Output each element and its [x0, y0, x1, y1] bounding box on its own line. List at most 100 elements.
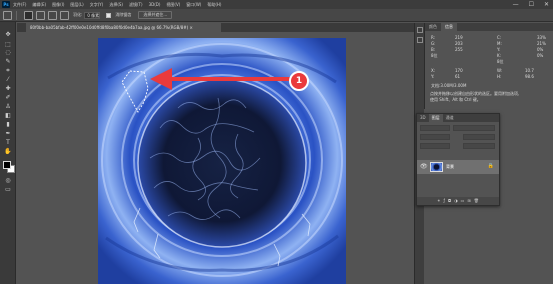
layers-panel: 3D 图层 通道 👁 背景 🔒 ⚭ ƒ ◘ ◑ ▭ ⊞ 🗑 [416, 113, 500, 206]
artwork-image [98, 38, 346, 284]
menu-help[interactable]: 帮助(H) [207, 2, 221, 8]
new-layer-icon[interactable]: ⊞ [467, 198, 470, 204]
info-h-value: 98.6 [525, 74, 534, 79]
info-y-label: Y: [497, 47, 501, 52]
menu-image[interactable]: 图像(I) [52, 2, 64, 8]
feather-label: 羽化: [73, 12, 83, 17]
hand-tool-icon[interactable]: ✋ [4, 149, 12, 155]
menu-filter[interactable]: 滤镜(T) [129, 2, 143, 8]
eyedropper-tool-icon[interactable]: ⁄ [4, 77, 12, 83]
healing-brush-tool-icon[interactable]: ✚ [4, 86, 12, 92]
tab-3d[interactable]: 3D [417, 114, 429, 122]
maximize-button[interactable]: ☐ [529, 1, 534, 8]
delete-layer-icon[interactable]: 🗑 [474, 198, 479, 204]
info-hint-line2: 使用 Shift、Alt 和 Ctrl 键。 [430, 97, 481, 102]
new-selection-icon[interactable] [24, 10, 33, 20]
add-mask-icon[interactable]: ◘ [448, 198, 451, 204]
menu-file[interactable]: 文件(F) [13, 2, 26, 8]
info-bit-left: 8位 [431, 53, 438, 58]
info-g-value: 203 [455, 41, 463, 46]
info-bit-right: 8位 [497, 59, 504, 64]
menu-select[interactable]: 选择(S) [109, 2, 123, 8]
info-b-value: 255 [455, 47, 463, 52]
info-c-value: 33% [537, 35, 546, 40]
antialias-label: 消除锯齿 [115, 12, 132, 17]
properties-panel-icon[interactable] [417, 37, 423, 43]
new-group-icon[interactable]: ▭ [461, 198, 465, 204]
photoshop-logo: Ps [2, 1, 10, 8]
antialias-checkbox[interactable] [106, 12, 112, 18]
info-w-label: W: [497, 68, 503, 73]
crop-tool-icon[interactable]: ⌗ [4, 68, 12, 74]
eye-icon[interactable]: 👁 [420, 164, 428, 170]
document-tab[interactable]: 80f0bb-ba05bfab-42ff00e0e10d0ffd8f0ba80f… [26, 23, 221, 32]
blend-mode-select[interactable] [420, 134, 450, 140]
quick-mask-icon[interactable]: ◎ [4, 178, 12, 184]
tab-color[interactable]: 颜色 [425, 23, 441, 31]
brush-tool-icon[interactable]: ✐ [4, 95, 12, 101]
opacity-field[interactable] [463, 134, 495, 140]
select-and-mask-button[interactable]: 选择并遮住... [138, 11, 173, 19]
lock-options[interactable] [420, 143, 450, 149]
annotation-step-badge: 1 [289, 71, 309, 91]
pen-tool-icon[interactable]: ✒ [4, 131, 12, 137]
window-controls: — ☐ ✕ [513, 1, 549, 8]
menu-3d[interactable]: 3D(D) [149, 2, 161, 7]
menu-layer[interactable]: 图层(L) [70, 2, 83, 8]
info-panel-tabs: 颜色 信息 [425, 23, 553, 31]
tab-layers[interactable]: 图层 [428, 114, 443, 122]
lock-icon: 🔒 [487, 163, 494, 169]
options-bar: 羽化: 0 像素 消除锯齿 选择并遮住... [0, 9, 553, 22]
close-button[interactable]: ✕ [544, 1, 549, 8]
menu-bar: Ps 文件(F) 编辑(E) 图像(I) 图层(L) 文字(Y) 选择(S) 滤… [0, 0, 553, 9]
info-h-label: H: [497, 74, 502, 79]
info-m-label: M: [497, 41, 502, 46]
foreground-color-swatch[interactable] [3, 161, 11, 169]
info-doc-size: 文档:3.00M/3.00M [431, 83, 467, 88]
intersect-selection-icon[interactable] [60, 10, 69, 20]
document-tab-bar: 80f0bb-ba05bfab-42ff00e0e10d0ffd8f0ba80f… [17, 23, 414, 32]
lasso-preset-icon[interactable] [3, 10, 12, 20]
screen-mode-icon[interactable]: ▭ [4, 187, 12, 193]
layers-bottom-bar: ⚭ ƒ ◘ ◑ ▭ ⊞ 🗑 [417, 197, 499, 205]
tools-panel: ✥ ⬚ ◌ ✎ ⌗ ⁄ ✚ ✐ ♙ ◧ ▮ ✒ T ✋ ◎ ▭ [0, 22, 16, 284]
adjustment-layer-icon[interactable]: ◑ [454, 198, 458, 204]
info-k-value: 0% [537, 53, 544, 58]
layer-style-icon[interactable]: ƒ [444, 198, 445, 204]
link-layers-icon[interactable]: ⚭ [437, 198, 440, 204]
divider [16, 10, 17, 20]
gradient-tool-icon[interactable]: ▮ [4, 122, 12, 128]
type-tool-icon[interactable]: T [4, 140, 12, 146]
info-ypos-label: Y: [431, 74, 435, 79]
info-x-label: X: [431, 68, 436, 73]
fill-field[interactable] [463, 143, 495, 149]
layer-filter-kind-select[interactable] [420, 125, 450, 131]
feather-input[interactable]: 0 像素 [84, 11, 101, 19]
info-panel: 颜色 信息 R: 219 G: 203 B: 255 8位 C: 33% M: … [424, 23, 553, 109]
add-selection-icon[interactable] [36, 10, 45, 20]
document-canvas[interactable] [98, 38, 346, 284]
move-tool-icon[interactable]: ✥ [4, 32, 12, 38]
layer-thumbnail [430, 162, 443, 172]
info-ypos-value: 61 [455, 74, 461, 79]
menu-edit[interactable]: 编辑(E) [32, 2, 46, 8]
info-r-value: 219 [455, 35, 463, 40]
minimize-button[interactable]: — [513, 1, 519, 8]
menu-view[interactable]: 视图(V) [166, 2, 180, 8]
layer-row-background[interactable]: 👁 背景 🔒 [417, 160, 499, 174]
menu-type[interactable]: 文字(Y) [90, 2, 104, 8]
clone-stamp-tool-icon[interactable]: ♙ [4, 104, 12, 110]
history-panel-icon[interactable] [417, 27, 423, 33]
tab-channels[interactable]: 通道 [443, 114, 457, 122]
info-x-value: 170 [455, 68, 463, 73]
lasso-tool-icon[interactable]: ◌ [4, 50, 12, 56]
layer-name: 背景 [446, 164, 454, 169]
marquee-tool-icon[interactable]: ⬚ [4, 42, 12, 48]
eraser-tool-icon[interactable]: ◧ [4, 113, 12, 119]
layer-filter-icons[interactable] [453, 125, 495, 131]
info-k-label: K: [497, 53, 501, 58]
tab-info[interactable]: 信息 [441, 23, 457, 31]
subtract-selection-icon[interactable] [48, 10, 57, 20]
quick-select-tool-icon[interactable]: ✎ [4, 59, 12, 65]
menu-window[interactable]: 窗口(W) [186, 2, 201, 8]
